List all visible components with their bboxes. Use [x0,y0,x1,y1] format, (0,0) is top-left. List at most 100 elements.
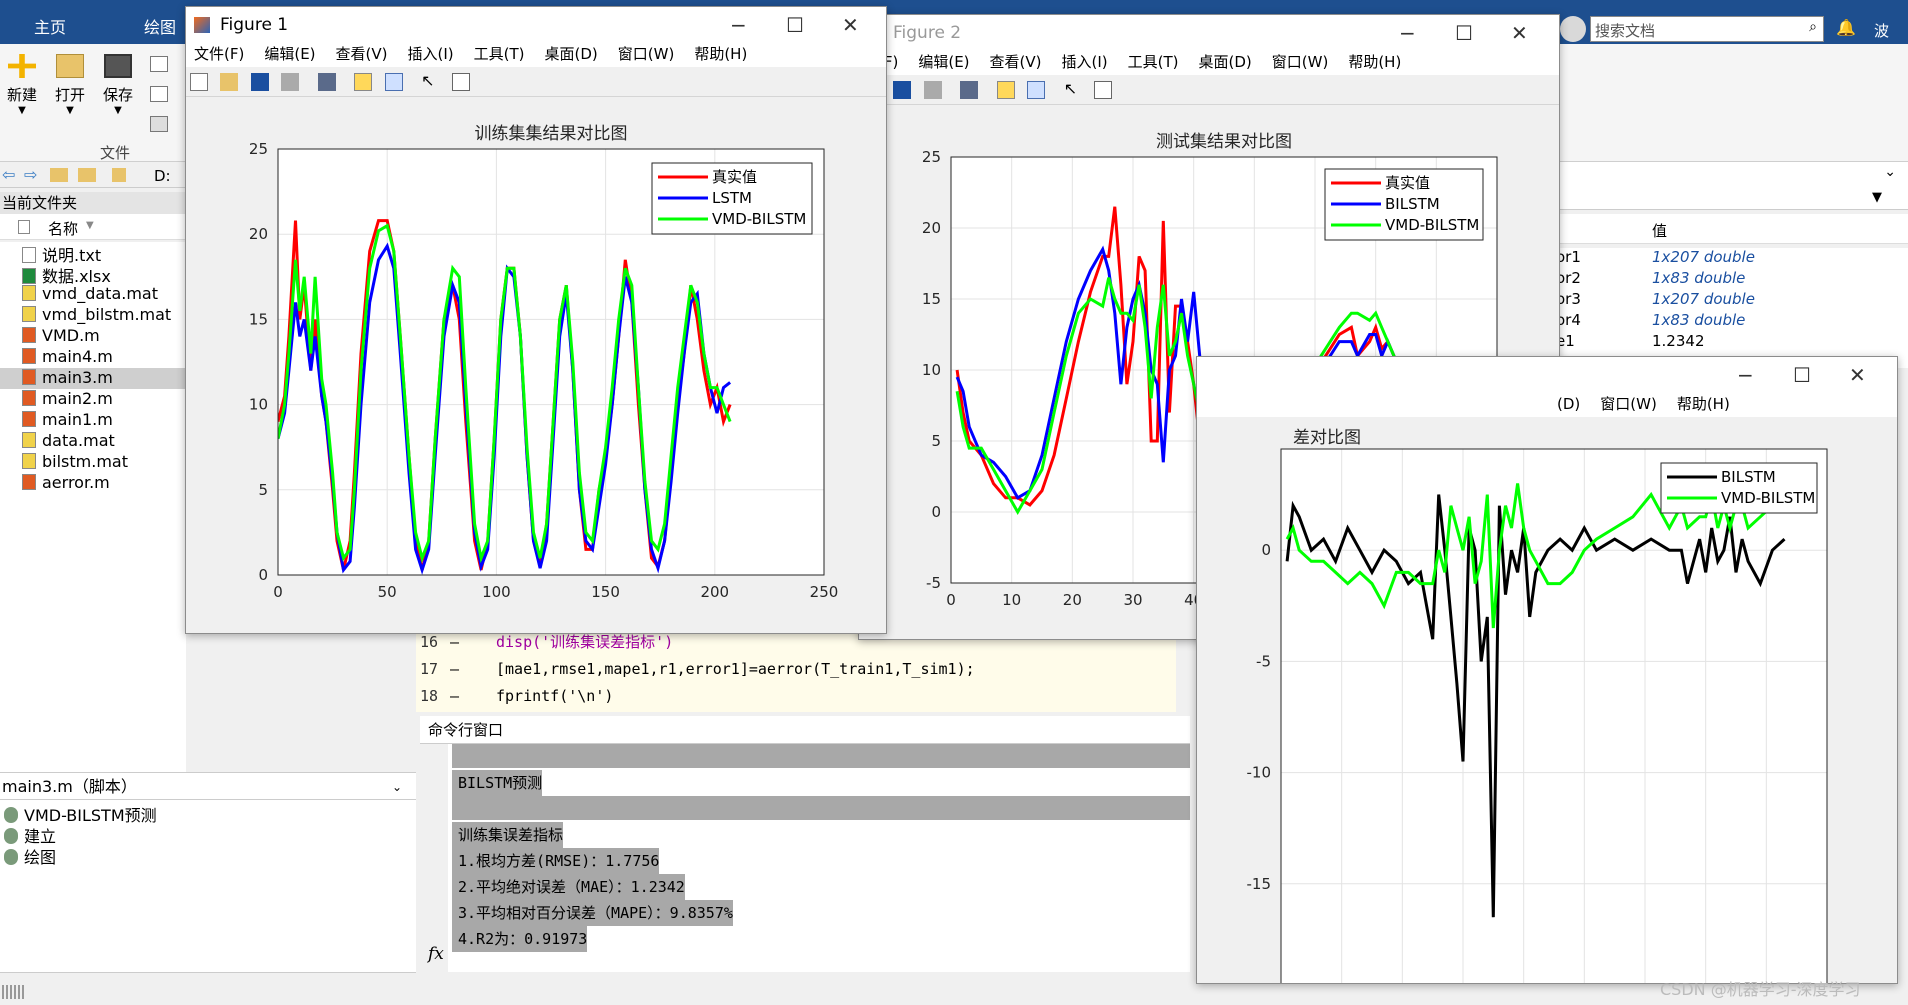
print-icon[interactable] [923,81,942,99]
menu-item[interactable]: 工具(T) [474,43,525,64]
find-files-icon[interactable] [150,56,168,72]
menu-item[interactable]: 窗口(W) [1272,51,1329,72]
open-button[interactable]: 打开 ▼ [50,54,90,116]
section-item[interactable]: 建立 [0,823,416,846]
section-item[interactable]: 绘图 [0,844,416,867]
dropdown-icon[interactable]: ▼ [1872,190,1882,205]
menu-item[interactable]: 插入(I) [408,43,454,64]
file-item[interactable]: main1.m [0,410,186,431]
menu-item[interactable]: 编辑(E) [264,43,315,64]
details-title-bar[interactable]: main3.m（脚本） ⌄ [0,772,416,800]
save-icon[interactable] [250,73,269,91]
collapse-icon[interactable]: ⌄ [1884,164,1896,180]
code-line[interactable]: 17 — [mae1,rmse1,mape1,r1,error1]=aerror(T… [416,656,1176,683]
bell-icon[interactable]: 🔔 [1836,18,1856,37]
pointer-icon[interactable]: ↖ [1064,81,1082,99]
link-figure-icon[interactable] [317,73,336,91]
section-item[interactable]: VMD-BILSTM预测 [0,802,416,825]
editor-scrollbar[interactable] [1176,628,1190,712]
file-item[interactable]: bilstm.mat [0,452,186,473]
pointer-icon[interactable]: ↖ [421,73,439,91]
workspace-row[interactable]: or2 1x83 double [1552,269,1908,290]
maximize-icon[interactable]: ☐ [1793,357,1811,393]
menu-item[interactable]: 编辑(E) [918,51,969,72]
property-editor-icon[interactable] [451,73,470,91]
menu-item[interactable]: 文件(F) [194,43,244,64]
tab-home[interactable]: 主页 [34,14,66,38]
workspace-row[interactable]: e1 1.2342 [1552,332,1908,353]
back-arrow-icon[interactable]: ⇦ [2,165,15,184]
section-icon [4,807,18,823]
file-name: VMD.m [42,326,100,345]
file-item[interactable]: aerror.m [0,473,186,494]
menu-item[interactable]: 查看(V) [990,51,1042,72]
file-item[interactable]: data.mat [0,431,186,452]
browse-folder-icon[interactable] [78,168,96,182]
tab-plots[interactable]: 绘图 [144,14,176,38]
legend-icon[interactable] [384,73,403,91]
file-item[interactable]: main3.m [0,368,186,389]
new-figure-icon[interactable] [190,73,208,91]
menu-item[interactable]: 插入(I) [1062,51,1108,72]
nav-icon[interactable] [1560,16,1586,42]
close-icon[interactable]: ✕ [1849,357,1866,393]
file-item[interactable]: main4.m [0,347,186,368]
menu-item[interactable]: 桌面(D) [1199,51,1252,72]
fx-icon[interactable]: fx [428,944,444,964]
file-item[interactable]: vmd_bilstm.mat [0,305,186,326]
m-file-icon [22,411,36,427]
menu-item[interactable]: (D) [1557,395,1580,413]
menu-item[interactable]: 帮助(H) [694,43,747,64]
name-column-header[interactable]: 名称 [48,218,78,239]
value-column-header[interactable]: 值 [1652,220,1667,241]
path-drive[interactable]: D: [154,167,171,185]
minimize-icon[interactable]: − [1399,15,1416,51]
up-folder-icon[interactable] [50,168,68,182]
menu-item[interactable]: 查看(V) [336,43,388,64]
menu-item[interactable]: 窗口(W) [1600,393,1657,414]
train-chart[interactable]: 0 50 100 150 200 250 0 5 10 15 20 25 训练集集结果对比图真实值 LST… [186,97,886,633]
user-menu[interactable]: 波 [1874,20,1889,41]
legend-icon[interactable] [1027,81,1046,99]
open-icon[interactable] [220,73,239,91]
menu-item[interactable]: 桌面(D) [545,43,598,64]
save-icon[interactable] [893,81,912,99]
y-tick-label: 0 [931,503,941,521]
workspace-row[interactable]: or4 1x83 double [1552,311,1908,332]
chevron-down-icon[interactable]: ⌄ [392,773,402,801]
minimize-icon[interactable]: − [1737,357,1754,393]
search-docs-input[interactable]: 搜索文档 ⌕ [1590,16,1824,42]
menu-item[interactable]: 窗口(W) [618,43,675,64]
workspace-row[interactable]: or1 1x207 double [1552,248,1908,269]
error-chart[interactable]: 0102030405060708090-20-15-10-50差对比图BILST… [1197,417,1897,983]
forward-arrow-icon[interactable]: ⇨ [24,165,37,184]
code-line[interactable]: 18 — fprintf('\n') [416,683,1176,710]
x-tick-label: 250 [810,583,839,601]
link-figure-icon[interactable] [960,81,979,99]
new-button[interactable]: 新建 ▼ [2,54,42,116]
compare-icon[interactable] [150,86,168,102]
property-editor-icon[interactable] [1094,81,1113,99]
close-icon[interactable]: ✕ [842,7,859,43]
minimize-icon[interactable]: − [730,7,747,43]
print-icon[interactable] [281,73,300,91]
maximize-icon[interactable]: ☐ [1455,15,1473,51]
plot-area[interactable] [1280,448,1828,983]
workspace-row[interactable]: or3 1x207 double [1552,290,1908,311]
menu-item[interactable]: 帮助(H) [1348,51,1401,72]
file-item[interactable]: 说明.txt [0,242,186,265]
file-item[interactable]: main2.m [0,389,186,410]
save-button[interactable]: 保存 ▼ [98,54,138,116]
file-item[interactable]: vmd_data.mat [0,284,186,305]
close-icon[interactable]: ✕ [1511,15,1528,51]
file-item[interactable]: VMD.m [0,326,186,347]
file-item[interactable]: 数据.xlsx [0,263,186,286]
menu-item[interactable]: 帮助(H) [1677,393,1730,414]
menu-item[interactable]: 工具(T) [1128,51,1179,72]
command-window[interactable]: BILSTM预测 训练集误差指标 1.根均方差(RMSE)：1.7756 2.平均绝对… [420,744,1190,972]
print-icon[interactable] [150,116,168,132]
colorbar-icon[interactable] [996,81,1015,99]
maximize-icon[interactable]: ☐ [786,7,804,43]
colorbar-icon[interactable] [354,73,373,91]
code-editor[interactable]: 16— disp('训练集误差指标') 17— [mae1,rmse1,mape1,r… [416,628,1176,712]
